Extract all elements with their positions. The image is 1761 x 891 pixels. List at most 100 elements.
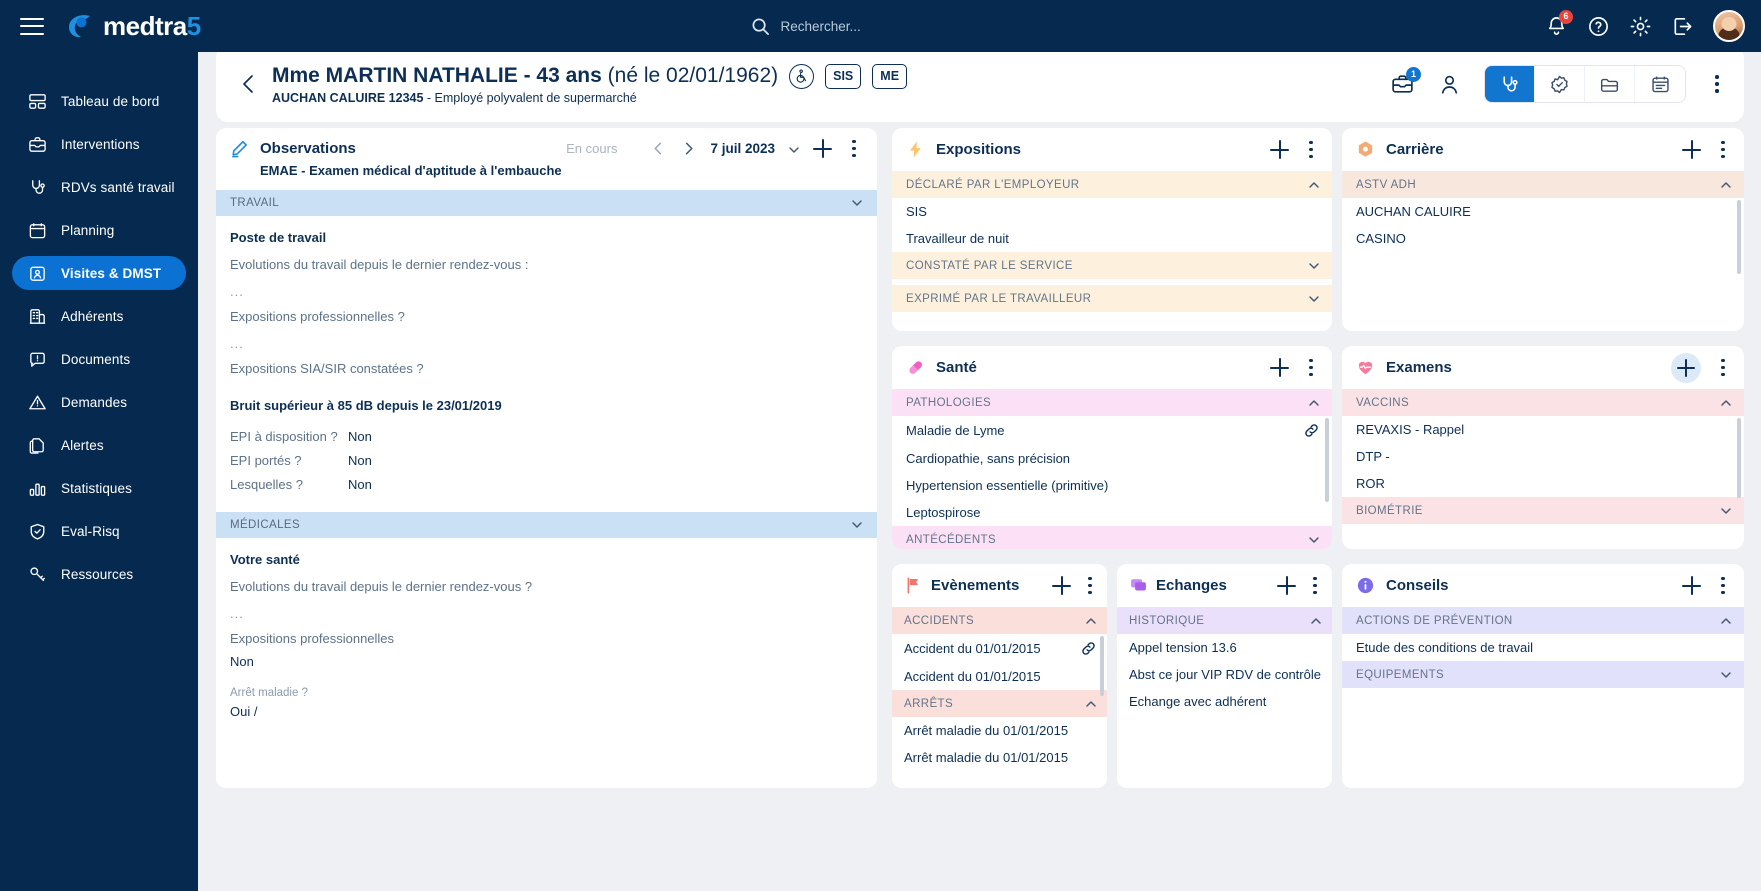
list-item[interactable]: Maladie de Lyme: [892, 416, 1332, 445]
list-item[interactable]: CASINO: [1342, 225, 1744, 252]
observations-more-menu[interactable]: [845, 139, 863, 158]
list-item[interactable]: Cardiopathie, sans précision: [892, 445, 1332, 472]
section-vaccins[interactable]: VACCINS: [1342, 389, 1744, 416]
list-item[interactable]: SIS: [892, 198, 1332, 225]
scrollbar-thumb[interactable]: [1737, 418, 1741, 498]
section-antecedents[interactable]: ANTÉCÉDENTS: [892, 526, 1332, 549]
add-observation-button[interactable]: [813, 139, 832, 158]
sidebar-item-interventions[interactable]: Interventions: [12, 127, 186, 161]
badge-me[interactable]: ME: [872, 63, 908, 89]
badge-sis[interactable]: SIS: [825, 63, 862, 89]
section-biometrie[interactable]: BIOMÉTRIE: [1342, 497, 1744, 524]
sidebar-item-visites-dmst[interactable]: Visites & DMST: [12, 256, 186, 290]
conseils-more-menu[interactable]: [1714, 576, 1732, 595]
chevron-down-icon[interactable]: [788, 143, 800, 155]
wheelchair-icon[interactable]: [789, 63, 815, 89]
list-item[interactable]: Etude des conditions de travail: [1342, 634, 1744, 661]
back-icon[interactable]: [236, 71, 262, 97]
bell-icon[interactable]: 6: [1545, 9, 1573, 38]
examens-more-menu[interactable]: [1714, 358, 1732, 377]
add-evenement-button[interactable]: [1052, 576, 1071, 595]
chevron-up-icon[interactable]: [1085, 615, 1097, 627]
add-carriere-button[interactable]: [1682, 140, 1701, 159]
sidebar-item-eval-risq[interactable]: Eval-Risq: [12, 514, 186, 548]
add-exposition-button[interactable]: [1270, 140, 1289, 159]
scrollbar-thumb[interactable]: [1737, 200, 1741, 274]
briefcase-icon[interactable]: 1: [1390, 66, 1421, 97]
expositions-more-menu[interactable]: [1302, 140, 1320, 159]
sante-more-menu[interactable]: [1302, 358, 1320, 377]
chevron-down-icon[interactable]: [1308, 260, 1320, 272]
sidebar-item-planning[interactable]: Planning: [12, 213, 186, 247]
sidebar-item-statistiques[interactable]: Statistiques: [12, 471, 186, 505]
sidebar-item-tableau-de-bord[interactable]: Tableau de bord: [12, 84, 186, 118]
tab-stethoscope[interactable]: [1485, 66, 1535, 102]
list-item[interactable]: Echange avec adhérent: [1117, 688, 1332, 715]
add-echange-button[interactable]: [1277, 576, 1296, 595]
logout-icon[interactable]: [1671, 15, 1694, 38]
list-item[interactable]: ROR: [1342, 470, 1744, 497]
section-pathologies[interactable]: PATHOLOGIES: [892, 389, 1332, 416]
evenements-more-menu[interactable]: [1081, 576, 1099, 595]
avatar[interactable]: [1713, 10, 1745, 42]
tab-folder[interactable]: [1585, 66, 1635, 102]
gear-icon[interactable]: [1629, 15, 1652, 38]
sidebar-item-ressources[interactable]: Ressources: [12, 557, 186, 591]
add-examen-button[interactable]: [1671, 352, 1701, 383]
section-actions-prevention[interactable]: ACTIONS DE PRÉVENTION: [1342, 607, 1744, 634]
section-historique[interactable]: HISTORIQUE: [1117, 607, 1332, 634]
section-medicales-header[interactable]: MÉDICALES: [216, 512, 877, 538]
link-icon[interactable]: [1303, 422, 1320, 439]
list-item[interactable]: Accident du 01/01/2015: [892, 634, 1107, 663]
help-icon[interactable]: [1587, 15, 1610, 38]
list-item[interactable]: AUCHAN CALUIRE: [1342, 198, 1744, 225]
add-sante-button[interactable]: [1270, 358, 1289, 377]
list-item[interactable]: Arrêt maladie du 01/01/2015: [892, 717, 1107, 744]
list-item[interactable]: Abst ce jour VIP RDV de contrôle: [1117, 661, 1332, 688]
person-icon[interactable]: [1437, 72, 1462, 97]
section-declare-employeur[interactable]: DÉCLARÉ PAR L'EMPLOYEUR: [892, 171, 1332, 198]
chevron-down-icon[interactable]: [851, 197, 863, 209]
section-arrets[interactable]: ARRÊTS: [892, 690, 1107, 717]
scrollbar-thumb[interactable]: [1100, 636, 1104, 696]
chevron-down-icon[interactable]: [1308, 534, 1320, 546]
search-input[interactable]: [780, 18, 1011, 34]
carriere-more-menu[interactable]: [1714, 140, 1732, 159]
section-astv-adh[interactable]: ASTV ADH: [1342, 171, 1744, 198]
list-item[interactable]: Accident du 01/01/2015: [892, 663, 1107, 690]
section-travail-header[interactable]: TRAVAIL: [216, 190, 877, 216]
section-equipements[interactable]: EQUIPEMENTS: [1342, 661, 1744, 688]
global-search[interactable]: [751, 17, 1011, 36]
section-exprime-travailleur[interactable]: EXPRIMÉ PAR LE TRAVAILLEUR: [892, 285, 1332, 312]
chevron-up-icon[interactable]: [1308, 397, 1320, 409]
chevron-up-icon[interactable]: [1310, 615, 1322, 627]
add-conseil-button[interactable]: [1682, 576, 1701, 595]
header-more-menu[interactable]: [1708, 75, 1726, 93]
chevron-down-icon[interactable]: [1720, 669, 1732, 681]
echanges-more-menu[interactable]: [1306, 576, 1324, 595]
sidebar-item-rdvs-sante-travail[interactable]: RDVs santé travail: [12, 170, 186, 204]
sidebar-item-documents[interactable]: Documents: [12, 342, 186, 376]
tab-badge-check[interactable]: [1535, 66, 1585, 102]
chevron-up-icon[interactable]: [1085, 698, 1097, 710]
list-item[interactable]: Appel tension 13.6: [1117, 634, 1332, 661]
section-constate-service[interactable]: CONSTATÉ PAR LE SERVICE: [892, 252, 1332, 279]
list-item[interactable]: DTP -: [1342, 443, 1744, 470]
next-observation-icon[interactable]: [680, 140, 697, 157]
sidebar-item-demandes[interactable]: Demandes: [12, 385, 186, 419]
scrollbar-thumb[interactable]: [1325, 418, 1329, 502]
chevron-down-icon[interactable]: [1720, 505, 1732, 517]
prev-observation-icon[interactable]: [650, 140, 667, 157]
list-item[interactable]: REVAXIS - Rappel: [1342, 416, 1744, 443]
link-icon[interactable]: [1080, 640, 1097, 657]
section-accidents[interactable]: ACCIDENTS: [892, 607, 1107, 634]
list-item[interactable]: Arrêt maladie du 01/01/2015: [892, 744, 1107, 771]
chevron-up-icon[interactable]: [1720, 615, 1732, 627]
chevron-up-icon[interactable]: [1720, 179, 1732, 191]
list-item[interactable]: Travailleur de nuit: [892, 225, 1332, 252]
chevron-down-icon[interactable]: [851, 519, 863, 531]
tab-calendar-list[interactable]: [1635, 66, 1685, 102]
menu-icon[interactable]: [20, 17, 44, 35]
list-item[interactable]: Hypertension essentielle (primitive): [892, 472, 1332, 499]
chevron-down-icon[interactable]: [1308, 293, 1320, 305]
